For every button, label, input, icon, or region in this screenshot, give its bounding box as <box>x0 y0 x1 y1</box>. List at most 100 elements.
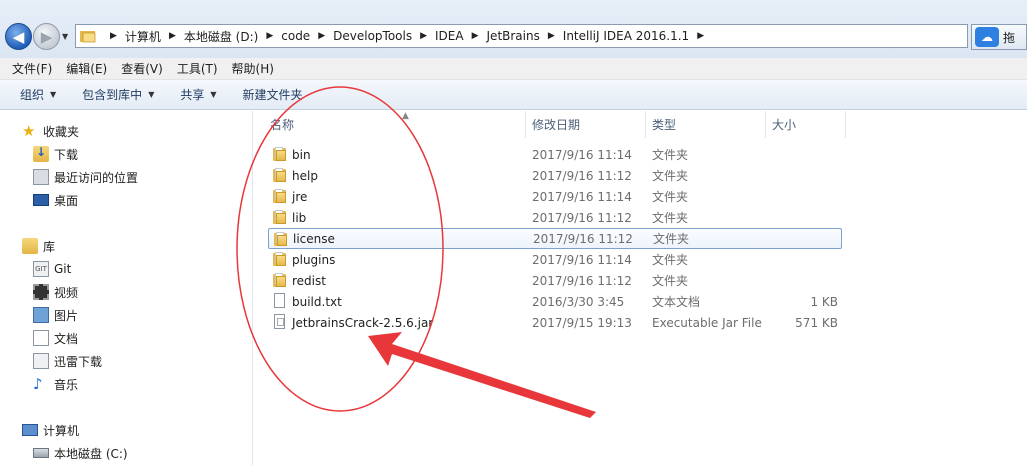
folder-icon <box>80 30 96 43</box>
sidebar-libraries[interactable]: 库 <box>22 236 55 256</box>
star-icon: ★ <box>22 122 36 140</box>
file-row[interactable]: bin 2017/9/16 11:14 文件夹 <box>268 144 842 165</box>
file-type: 文件夹 <box>652 274 689 288</box>
folder-icon <box>273 189 287 203</box>
file-row[interactable]: redist 2017/9/16 11:12 文件夹 <box>268 270 842 291</box>
column-header-date[interactable]: 修改日期 <box>526 111 646 138</box>
file-date: 2017/9/16 11:14 <box>532 189 632 204</box>
dropdown-arrow-icon: ▼ <box>148 90 155 99</box>
file-date: 2017/9/16 11:12 <box>532 168 632 183</box>
sidebar-item-documents[interactable]: 文档 <box>33 328 78 348</box>
sidebar-computer[interactable]: 计算机 <box>22 420 79 440</box>
breadcrumb-chevron-icon[interactable]: ▶ <box>318 31 325 41</box>
breadcrumb-developtools[interactable]: DevelopTools <box>333 29 412 43</box>
breadcrumb-chevron-icon[interactable]: ▶ <box>266 31 273 41</box>
file-date: 2017/9/16 11:12 <box>532 210 632 225</box>
file-row[interactable]: jre 2017/9/16 11:14 文件夹 <box>268 186 842 207</box>
new-folder-button[interactable]: 新建文件夹 <box>243 86 303 103</box>
desktop-icon <box>33 194 49 206</box>
organize-label: 组织 <box>20 88 45 102</box>
file-date: 2017/9/16 11:14 <box>532 147 632 162</box>
sidebar-favorites[interactable]: ★ 收藏夹 <box>22 121 79 141</box>
folder-icon <box>273 147 287 161</box>
back-button[interactable]: ◀ <box>5 23 32 50</box>
cloud-widget-label: 拖 <box>1003 30 1016 45</box>
file-list-pane: ▲ 名称 修改日期 类型 大小 bin 2017/9/16 11:14 文件夹 … <box>254 111 1027 465</box>
sidebar-item-recent[interactable]: 最近访问的位置 <box>33 167 138 187</box>
menu-file[interactable]: 文件(F) <box>12 60 52 77</box>
breadcrumb-chevron-icon[interactable]: ▶ <box>697 31 704 41</box>
file-type: 文件夹 <box>652 169 689 183</box>
breadcrumb-idea[interactable]: IDEA <box>435 29 464 43</box>
file-row[interactable]: plugins 2017/9/16 11:14 文件夹 <box>268 249 842 270</box>
include-in-library-button[interactable]: 包含到库中 ▼ <box>82 86 154 103</box>
folder-icon <box>273 273 287 287</box>
sidebar-item-git[interactable]: GIT Git <box>33 259 71 279</box>
file-size: 571 KB <box>795 315 838 330</box>
organize-button[interactable]: 组织 ▼ <box>20 86 56 103</box>
cloud-widget[interactable]: ☁ 拖 <box>971 24 1027 50</box>
sidebar-item-pictures[interactable]: 图片 <box>33 305 78 325</box>
sidebar-label: 计算机 <box>43 423 80 438</box>
drive-icon <box>33 448 49 458</box>
breadcrumb-chevron-icon[interactable]: ▶ <box>169 31 176 41</box>
menu-help[interactable]: 帮助(H) <box>232 60 274 77</box>
column-header-type[interactable]: 类型 <box>646 111 766 138</box>
forward-button[interactable]: ▶ <box>33 23 60 50</box>
sidebar-item-music[interactable]: ♪ 音乐 <box>33 374 78 394</box>
file-row-selected[interactable]: license 2017/9/16 11:12 文件夹 <box>268 228 842 249</box>
folder-icon <box>273 168 287 182</box>
sidebar-label: 文档 <box>54 331 79 346</box>
menu-tools[interactable]: 工具(T) <box>177 60 218 77</box>
sidebar-item-downloads[interactable]: 下载 <box>33 144 78 164</box>
file-name: bin <box>292 147 311 162</box>
dropdown-arrow-icon: ▼ <box>210 90 217 99</box>
jar-file-icon <box>274 314 285 329</box>
navigation-pane: ★ 收藏夹 下载 最近访问的位置 桌面 库 GIT Git 视频 图片 文档 迅… <box>0 111 253 465</box>
breadcrumb-chevron-icon[interactable]: ▶ <box>110 31 117 41</box>
folder-icon <box>273 210 287 224</box>
breadcrumb-computer[interactable]: 计算机 <box>125 28 161 45</box>
menu-edit[interactable]: 编辑(E) <box>66 60 107 77</box>
music-icon: ♪ <box>33 375 43 393</box>
column-header-size[interactable]: 大小 <box>766 111 846 138</box>
sidebar-item-drive-c[interactable]: 本地磁盘 (C:) <box>33 443 128 463</box>
file-name: jre <box>292 189 308 204</box>
dropdown-arrow-icon: ▼ <box>50 90 57 99</box>
breadcrumb-chevron-icon[interactable]: ▶ <box>472 31 479 41</box>
sidebar-label: 视频 <box>54 285 79 300</box>
breadcrumb-drive-d[interactable]: 本地磁盘 (D:) <box>184 28 258 45</box>
file-name: redist <box>292 273 326 288</box>
breadcrumb-chevron-icon[interactable]: ▶ <box>420 31 427 41</box>
file-size: 1 KB <box>810 294 838 309</box>
column-header-label: 类型 <box>652 118 677 132</box>
share-button[interactable]: 共享 ▼ <box>180 86 216 103</box>
breadcrumb-code[interactable]: code <box>281 29 310 43</box>
file-date: 2017/9/16 11:14 <box>532 252 632 267</box>
address-bar[interactable]: ▶ 计算机 ▶ 本地磁盘 (D:) ▶ code ▶ DevelopTools … <box>75 24 968 48</box>
recent-pages-dropdown[interactable]: ▼ <box>62 32 68 41</box>
share-label: 共享 <box>180 88 205 102</box>
menu-view[interactable]: 查看(V) <box>121 60 163 77</box>
sidebar-item-desktop[interactable]: 桌面 <box>33 190 78 210</box>
breadcrumb-intellij[interactable]: IntelliJ IDEA 2016.1.1 <box>563 29 689 43</box>
column-header-label: 名称 <box>270 118 295 132</box>
library-icon <box>22 238 38 254</box>
file-row[interactable]: build.txt 2016/3/30 3:45 文本文档 1 KB <box>268 291 842 312</box>
file-row[interactable]: help 2017/9/16 11:12 文件夹 <box>268 165 842 186</box>
sidebar-label: 迅雷下载 <box>54 354 103 369</box>
file-row[interactable]: JetbrainsCrack-2.5.6.jar 2017/9/15 19:13… <box>268 312 842 333</box>
breadcrumb-jetbrains[interactable]: JetBrains <box>487 29 540 43</box>
menu-bar: 文件(F) 编辑(E) 查看(V) 工具(T) 帮助(H) <box>0 58 1027 80</box>
file-type: 文件夹 <box>652 253 689 267</box>
video-icon <box>33 284 49 300</box>
sidebar-item-videos[interactable]: 视频 <box>33 282 78 302</box>
breadcrumb-chevron-icon[interactable]: ▶ <box>548 31 555 41</box>
sidebar-item-thunder-downloads[interactable]: 迅雷下载 <box>33 351 102 371</box>
file-type: 文件夹 <box>653 232 690 246</box>
file-row[interactable]: lib 2017/9/16 11:12 文件夹 <box>268 207 842 228</box>
column-header-name[interactable]: ▲ 名称 <box>264 111 526 138</box>
sidebar-label: Git <box>54 262 72 276</box>
sidebar-label: 本地磁盘 (C:) <box>54 446 128 461</box>
document-icon <box>33 330 49 346</box>
